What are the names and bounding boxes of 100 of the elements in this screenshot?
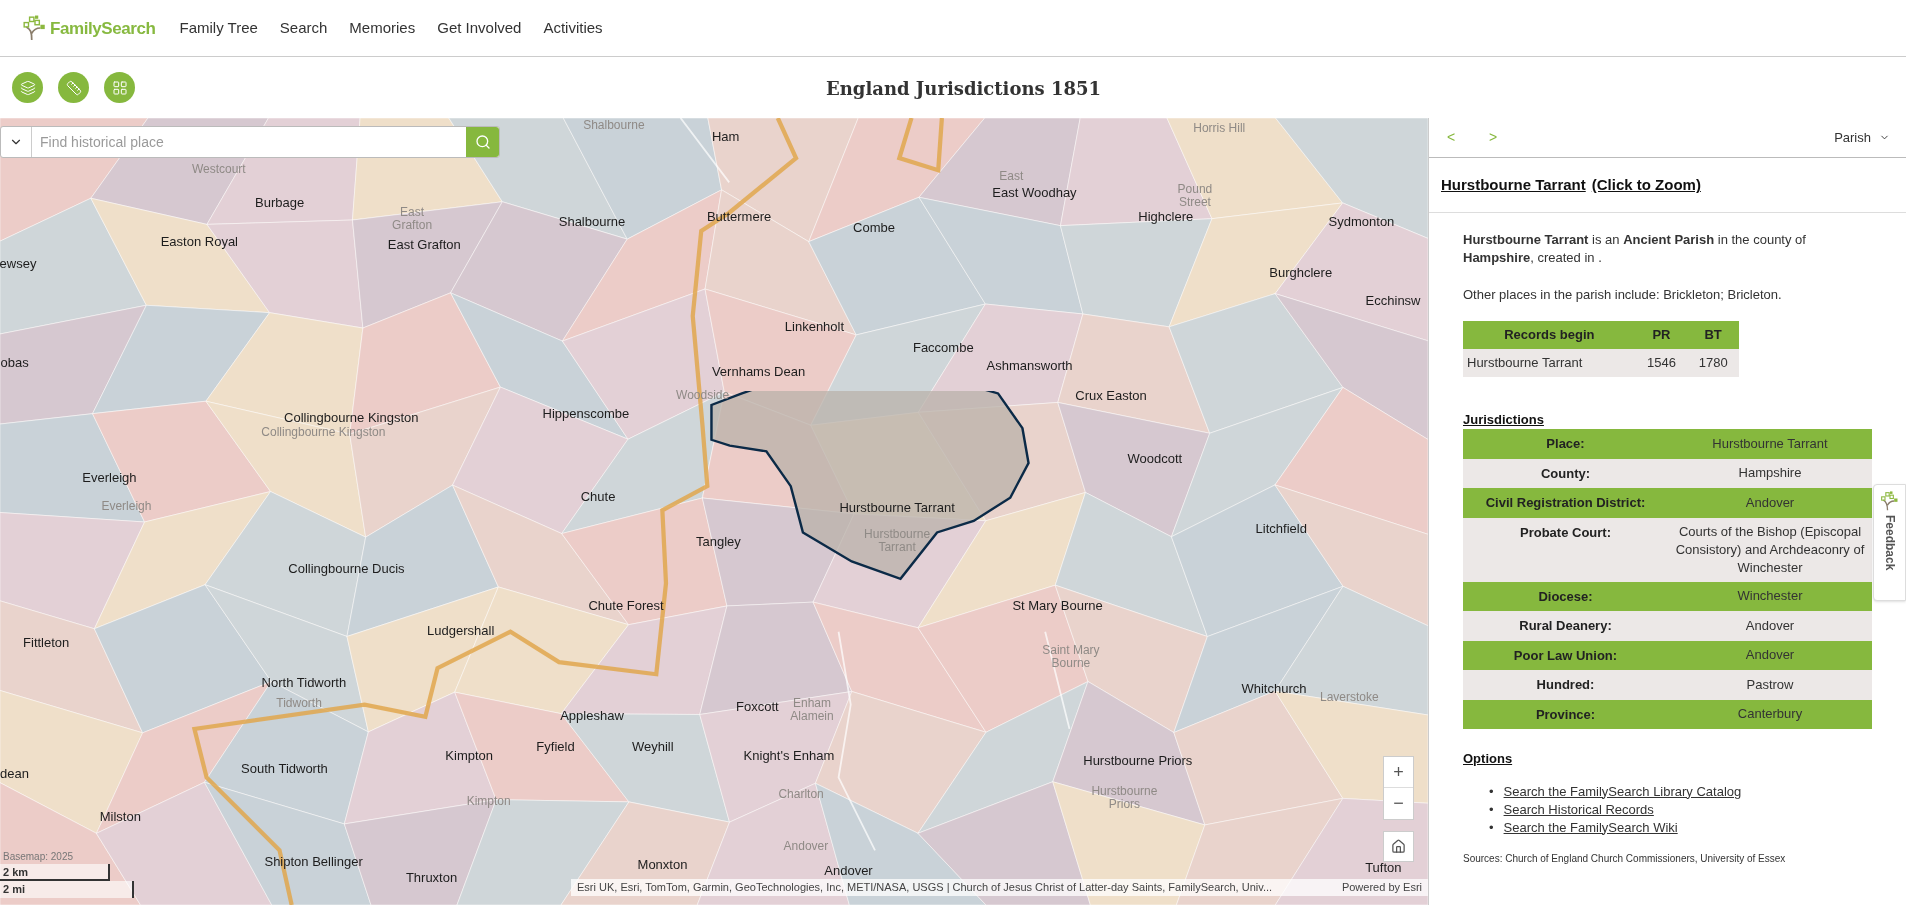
- tree-logo-icon: [1879, 491, 1900, 511]
- records-column-header: BT: [1687, 320, 1739, 349]
- basemap-place-label: Pound Street: [1177, 182, 1213, 209]
- basemap-gallery-button[interactable]: [104, 72, 135, 103]
- map-title: England Jurisdictions 1851: [826, 77, 1102, 101]
- parish-label: Tufton: [1365, 859, 1402, 875]
- parish-label: Shalbourne: [558, 213, 626, 229]
- jurisdiction-value: Hurstbourne Tarrant: [1668, 429, 1872, 459]
- jurisdiction-value: Courts of the Bishop (Episcopal Consistory) and Archdeaconry of Winchester: [1668, 517, 1872, 582]
- jurisdiction-value: Pastrow: [1668, 670, 1872, 700]
- jurisdiction-label: County:: [1463, 458, 1668, 488]
- jurisdiction-label: Poor Law Union:: [1463, 640, 1668, 670]
- bullet: •: [1489, 800, 1494, 819]
- parish-label: Kimpton: [445, 747, 494, 763]
- level-dropdown[interactable]: Parish: [1834, 127, 1890, 148]
- parish-label: Burghclere: [1269, 264, 1333, 280]
- parish-label: Whitchurch: [1241, 680, 1307, 696]
- parish-label: Thruxton: [405, 869, 458, 885]
- jurisdiction-label: Civil Registration District:: [1463, 488, 1668, 518]
- basemap-place-label: Andover: [783, 839, 829, 853]
- parish-label: dean: [0, 765, 30, 781]
- tree-logo-icon: [22, 15, 48, 41]
- zoom-in-button[interactable]: +: [1384, 757, 1413, 788]
- basemap-year-label: Basemap: 2025: [3, 850, 74, 864]
- jurisdiction-value: Andover: [1668, 488, 1872, 518]
- records-column-header: Records begin: [1463, 320, 1636, 349]
- parish-label: Collingbourne Kingston: [284, 409, 419, 425]
- parish-label: Everleigh: [82, 469, 137, 485]
- basemap-place-label: Saint Mary Bourne: [1041, 643, 1101, 670]
- bullet: •: [1489, 818, 1494, 837]
- nav-link[interactable]: Activities: [543, 16, 603, 40]
- parish-label: Linkenholt: [784, 318, 845, 334]
- parish-label: Combe: [853, 219, 895, 235]
- parish-label: Chute Forest: [588, 597, 664, 613]
- layers-button[interactable]: [12, 72, 43, 103]
- option-link[interactable]: Search the FamilySearch Library Catalog: [1503, 782, 1742, 801]
- parish-label: East Woodhay: [992, 184, 1077, 200]
- jurisdiction-value: Canterbury: [1668, 699, 1872, 729]
- click-to-zoom-link[interactable]: (Click to Zoom): [1591, 174, 1701, 197]
- parish-label: Litchfield: [1255, 520, 1307, 536]
- basemap-place-label: East: [999, 169, 1024, 183]
- nav-link[interactable]: Family Tree: [179, 16, 258, 40]
- place-title-link[interactable]: Hurstbourne Tarrant: [1441, 174, 1586, 197]
- jurisdiction-label: Diocese:: [1463, 581, 1668, 611]
- parish-label: Appleshaw: [560, 707, 624, 723]
- nav-link[interactable]: Search: [279, 16, 328, 40]
- parish-label: Buttermere: [706, 208, 772, 224]
- parish-label: North Tidworth: [261, 674, 347, 690]
- home-button[interactable]: [1383, 831, 1414, 862]
- parish-label: Easton Royal: [160, 233, 238, 249]
- place-description: Hurstbourne Tarrant is an Ancient Parish in the county of Hampshire, created in .: [1463, 231, 1807, 267]
- parish-label: South Tidworth: [241, 760, 328, 776]
- jurisdictions-heading: Jurisdictions: [1463, 410, 1545, 429]
- basemap-place-label: Westcourt: [191, 162, 246, 176]
- nav-link[interactable]: Get Involved: [437, 16, 522, 40]
- parish-label: obas: [0, 354, 29, 370]
- parish-label: Weyhill: [631, 738, 674, 754]
- parish-label: Milston: [99, 808, 141, 824]
- parish-label: Fyfield: [536, 738, 575, 754]
- other-places-text: Other places in the parish include: Brickleton; Bricleton.: [1463, 286, 1783, 304]
- parish-label: Hurstbourne Tarrant: [839, 499, 955, 515]
- jurisdiction-label: Place:: [1463, 429, 1668, 459]
- sources-text: Sources: Church of England Church Commissioners, University of Essex: [1463, 851, 1787, 866]
- zoom-out-button[interactable]: −: [1384, 788, 1413, 819]
- parish-label: St Mary Bourne: [1012, 597, 1103, 613]
- place-search-field[interactable]: Find historical place: [32, 127, 466, 157]
- search-button[interactable]: [466, 127, 499, 157]
- parish-label: Andover: [824, 862, 873, 878]
- option-link[interactable]: Search Historical Records: [1503, 800, 1654, 819]
- basemap-place-label: Hurstbourne Priors: [1091, 784, 1158, 811]
- basemap-place-label: Tidworth: [276, 696, 322, 710]
- home-icon: [1391, 839, 1406, 854]
- jurisdiction-label: Rural Deanery:: [1463, 611, 1668, 641]
- parish-label: Chute: [580, 488, 616, 504]
- parish-label: Collingbourne Ducis: [288, 560, 405, 576]
- basemap-place-label: Collingbourne Kingston: [261, 425, 386, 439]
- parish-label: Tangley: [696, 533, 741, 549]
- layers-icon: [19, 79, 36, 96]
- jurisdiction-value: Andover: [1668, 640, 1872, 670]
- search-bar[interactable]: Find historical place: [0, 126, 500, 158]
- parish-label: ewsey: [0, 255, 37, 271]
- bullet: •: [1489, 782, 1494, 801]
- parish-label: Hurstbourne Priors: [1083, 752, 1193, 768]
- feedback-tab[interactable]: Feedback: [1873, 484, 1906, 601]
- parish-label: Highclere: [1138, 208, 1194, 224]
- parish-label: Ecchinsw: [1365, 292, 1421, 308]
- nav-link[interactable]: Memories: [349, 16, 416, 40]
- map-attribution: Esri UK, Esri, TomTom, Garmin, GeoTechnologies, Inc, METI/NASA, USGS | Church of Jesus Christ of Latter-day Saints, FamilySearch, Univ...: [577, 880, 1274, 896]
- parish-label: Burbage: [255, 194, 305, 210]
- parish-label: Hippenscombe: [542, 405, 630, 421]
- jurisdiction-label: Probate Court:: [1463, 517, 1668, 582]
- records-column-header: PR: [1635, 320, 1688, 349]
- ruler-icon: [65, 79, 82, 96]
- options-heading: Options: [1463, 750, 1514, 768]
- parish-label: Faccombe: [912, 339, 974, 355]
- option-link[interactable]: Search the FamilySearch Wiki: [1503, 818, 1678, 837]
- powered-by-esri: Powered by Esri: [1341, 880, 1422, 896]
- parish-label: Woodcott: [1127, 450, 1183, 466]
- parish-label: Ashmansworth: [986, 357, 1073, 373]
- measure-button[interactable]: [58, 72, 89, 103]
